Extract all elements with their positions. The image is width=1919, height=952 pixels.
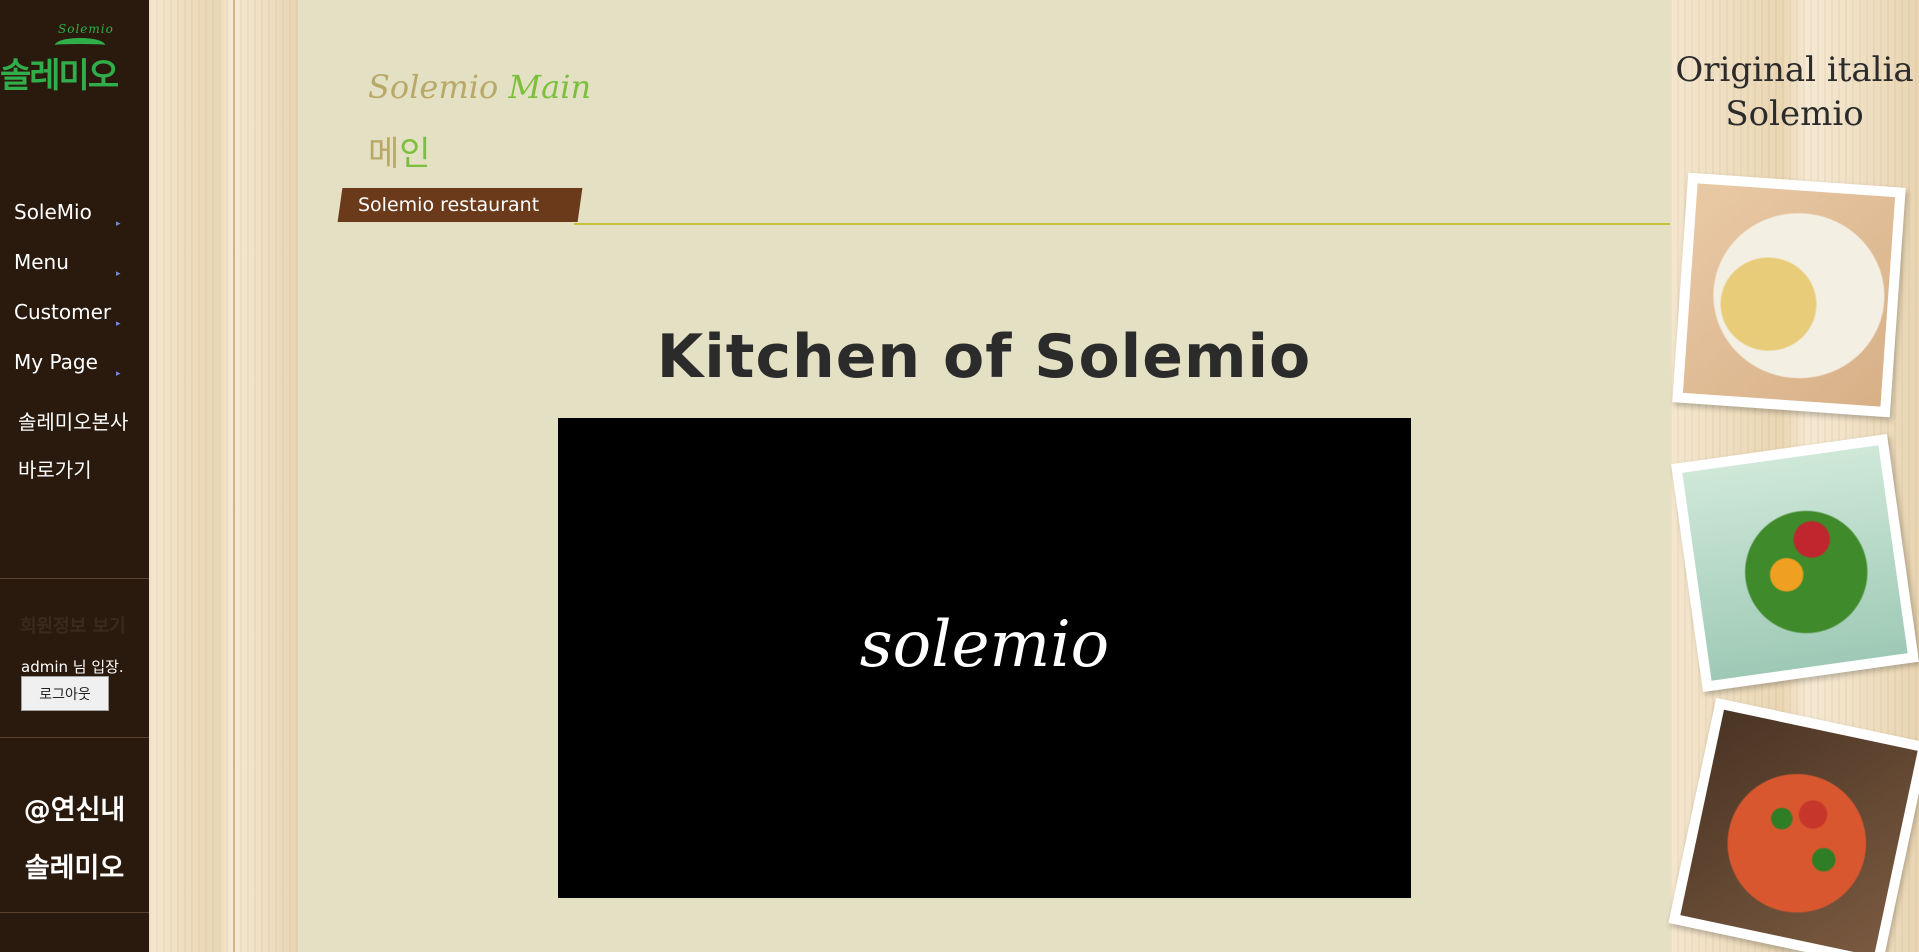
branch-line-2: 솔레미오 xyxy=(24,853,125,884)
nav-item-label: SoleMio xyxy=(14,200,92,224)
ribbon-label: Solemio restaurant xyxy=(358,194,540,216)
salad-photo xyxy=(1671,433,1919,693)
logo[interactable]: Solemio 솔레미오 xyxy=(0,18,140,103)
intro-video[interactable]: solemio xyxy=(558,418,1411,898)
pasta-photo xyxy=(1672,172,1906,418)
page-title-ko-part-1: 메 xyxy=(368,134,400,174)
branch-name: @연신내 솔레미오 xyxy=(0,752,149,912)
page-title-en-section: Main xyxy=(508,68,592,106)
video-caption: solemio xyxy=(859,608,1110,682)
sidebar: Solemio 솔레미오 SoleMio ▸ Menu ▸ Customer ▸… xyxy=(0,0,149,952)
main-content: Solemio Main 메인 Solemio restaurant Kitch… xyxy=(298,0,1670,952)
main-nav: SoleMio ▸ Menu ▸ Customer ▸ My Page ▸ xyxy=(0,190,149,390)
branch-line-1: @연신내 xyxy=(23,795,126,826)
nav-item-my-page[interactable]: My Page ▸ xyxy=(0,340,149,390)
login-status: admin 님 입장. xyxy=(21,658,124,676)
member-info-title[interactable]: 회원정보 보기 xyxy=(20,612,126,638)
page-title-en-brand: Solemio xyxy=(368,68,509,106)
pasta-image xyxy=(1682,183,1896,407)
chevron-right-icon: ▸ xyxy=(116,369,121,379)
logo-small-text: Solemio xyxy=(58,22,114,36)
nav-item-label: Customer xyxy=(14,300,112,324)
nav-item-label: Menu xyxy=(14,250,69,274)
logout-button[interactable]: 로그아웃 xyxy=(21,676,109,711)
header-rule xyxy=(574,223,1670,225)
nav-item-solemio[interactable]: SoleMio ▸ xyxy=(0,190,149,240)
brand-slogan-line-2: Solemio xyxy=(1725,94,1864,134)
nav-item-menu[interactable]: Menu ▸ xyxy=(0,240,149,290)
brand-slogan-line-1: Original italia xyxy=(1675,50,1914,90)
pizza-image xyxy=(1680,709,1918,952)
divider xyxy=(0,737,149,738)
content-title: Kitchen of Solemio xyxy=(656,322,1312,392)
divider xyxy=(0,912,149,913)
page-title-en: Solemio Main xyxy=(368,68,591,106)
salad-image xyxy=(1682,445,1908,681)
hq-link[interactable]: 솔레미오본사 바로가기 xyxy=(18,398,143,494)
nav-item-customer[interactable]: Customer ▸ xyxy=(0,290,149,340)
wood-seam xyxy=(233,0,235,952)
logo-main-text: 솔레미오 xyxy=(0,56,119,96)
restaurant-ribbon: Solemio restaurant xyxy=(337,188,583,222)
nav-item-label: My Page xyxy=(14,350,98,374)
page-title-ko: 메인 xyxy=(368,126,431,175)
member-box: 회원정보 보기 admin 님 입장. 로그아웃 xyxy=(0,578,149,736)
brand-slogan: Original italia Solemio xyxy=(1670,50,1919,134)
page-title-ko-part-2: 인 xyxy=(399,134,431,174)
wood-panel-left xyxy=(149,0,298,952)
